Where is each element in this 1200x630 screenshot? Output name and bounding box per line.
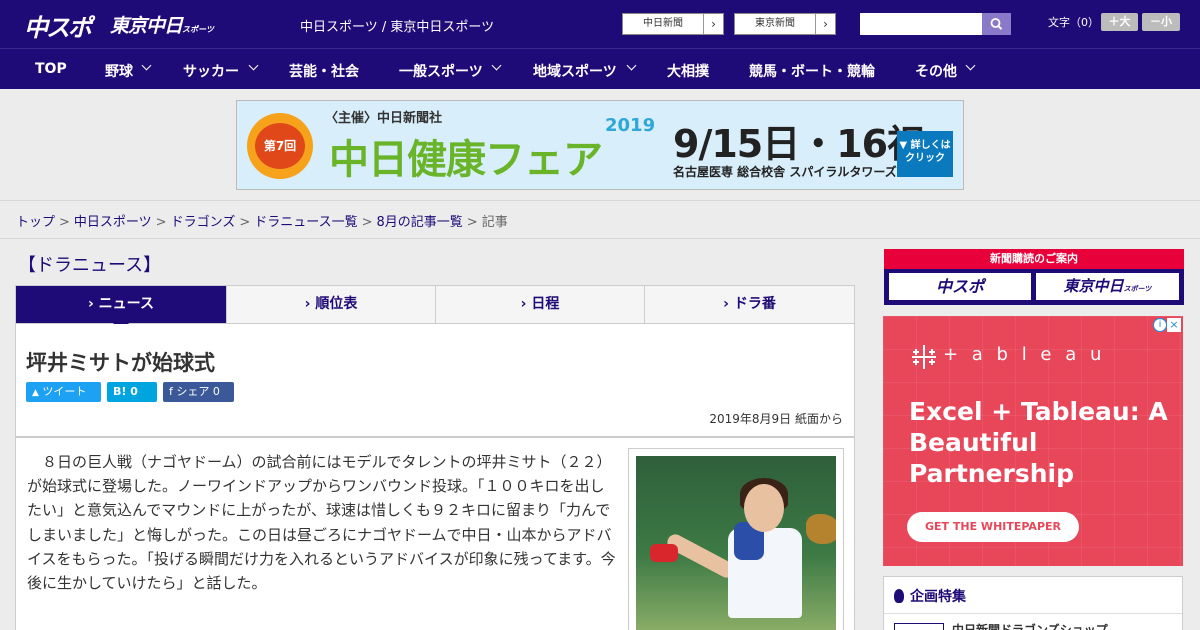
feature-heading-text: 企画特集: [910, 589, 966, 605]
ad-cta-button[interactable]: GET THE WHITEPAPER: [907, 512, 1079, 542]
tweet-label: ツイート: [42, 385, 87, 398]
photo-face-shape: [744, 484, 784, 532]
tokyo-shimbun-label: 東京新聞: [755, 18, 795, 29]
chuspo-logo[interactable]: 中スポ: [24, 8, 92, 43]
feature-heading: 企画特集: [894, 586, 966, 606]
article-date: 2019年8月9日 紙面から: [709, 412, 843, 426]
breadcrumb-dora-news-list[interactable]: ドラニュース一覧: [254, 215, 357, 230]
nav-item-top[interactable]: TOP: [35, 61, 67, 77]
feature-item-link[interactable]: 中日新聞ドラゴンズショップ: [952, 621, 1108, 630]
tab-schedule[interactable]: › 日程: [436, 286, 645, 323]
health-fair-banner[interactable]: 第7回 〈主催〉中日新聞社 中日健康フェア 2019 9/15日・16祝 名古屋…: [236, 100, 964, 190]
nav-item-general-sports[interactable]: 一般スポーツ: [399, 61, 483, 81]
breadcrumb-separator: >: [361, 215, 373, 230]
subscribe-chuspo-button[interactable]: 中スポ: [889, 273, 1031, 300]
tableau-logo-icon: [912, 345, 936, 369]
info-icon[interactable]: i: [1153, 318, 1167, 332]
banner-year: 2019: [605, 115, 656, 136]
tab-dora-ban[interactable]: › ドラ番: [645, 286, 854, 323]
tokyo-chunichi-logo-text: 東京中日: [110, 15, 183, 37]
article-body: ８日の巨人戦（ナゴヤドーム）の試合前にはモデルでタレントの坪井ミサト（２２）が始…: [27, 453, 616, 593]
tab-bar: › ニュース › 順位表 › 日程 › ドラ番: [15, 285, 855, 324]
banner-date: 9/15日・16祝: [673, 122, 925, 166]
feature-thumbnail[interactable]: [894, 623, 944, 630]
font-size-label: 文字（0）: [1048, 16, 1099, 29]
chevron-right-icon: ›: [703, 14, 723, 34]
pin-icon: [894, 589, 904, 603]
tweet-button[interactable]: ▲ ツイート: [26, 382, 101, 402]
breadcrumb-separator: >: [59, 215, 70, 230]
feature-divider: [884, 613, 1182, 614]
nav-item-local-sports[interactable]: 地域スポーツ: [533, 61, 617, 81]
ad-headline: Excel + Tableau: A Beautiful Partnership: [909, 397, 1168, 488]
hatena-bookmark-button[interactable]: B! 0: [107, 382, 157, 402]
site-header: 中スポ 東京中日スポーツ 中日スポーツ / 東京中日スポーツ 中日新聞 › 東京…: [0, 0, 1200, 48]
banner-title: 中日健康フェア: [329, 137, 603, 183]
twitter-icon: ▲: [32, 388, 39, 398]
font-larger-button[interactable]: ＋大: [1101, 13, 1138, 31]
nav-item-other[interactable]: その他: [915, 61, 957, 81]
photo-glove-shape: [806, 514, 836, 544]
tableau-ad[interactable]: + a b l e a u Excel + Tableau: A Beautif…: [883, 316, 1183, 566]
chevron-down-icon[interactable]: [141, 60, 152, 71]
site-name-link[interactable]: 中日スポーツ / 東京中日スポーツ: [300, 16, 494, 35]
search-icon: [990, 18, 1003, 30]
nav-item-soccer[interactable]: サッカー: [183, 61, 239, 81]
breadcrumb-current: 記事: [481, 215, 508, 230]
chevron-down-icon[interactable]: [491, 60, 502, 71]
chevron-down-icon[interactable]: [965, 60, 976, 71]
article-title: 坪井ミサトが始球式: [26, 351, 215, 375]
tokyo-shimbun-button[interactable]: 東京新聞 ›: [734, 13, 836, 35]
banner-organizer: 〈主催〉中日新聞社: [325, 111, 443, 126]
banner-edition: 第7回: [255, 123, 305, 169]
breadcrumb: トップ > 中日スポーツ > ドラゴンズ > ドラニュース一覧 >8月の記事一覧 > 記事: [16, 211, 508, 230]
nav-item-baseball[interactable]: 野球: [105, 61, 133, 81]
article-photo[interactable]: [636, 456, 836, 630]
close-icon[interactable]: ×: [1167, 318, 1181, 332]
nav-item-sumo[interactable]: 大相撲: [667, 61, 709, 81]
chunichi-shimbun-label: 中日新聞: [643, 18, 683, 29]
breadcrumb-top[interactable]: トップ: [16, 215, 55, 230]
subscribe-tokyo-chunichi-button[interactable]: 東京中日スポーツ: [1036, 273, 1179, 300]
photo-shoe-shape: [650, 544, 678, 562]
subscribe-tokyo-sub: スポーツ: [1123, 285, 1152, 293]
breadcrumb-august-list[interactable]: 8月の記事一覧: [377, 215, 463, 230]
breadcrumb-dragons[interactable]: ドラゴンズ: [171, 215, 236, 230]
breadcrumb-chunichi-sports[interactable]: 中日スポーツ: [74, 215, 152, 230]
main-nav: TOP 野球 サッカー 芸能・社会 一般スポーツ 地域スポーツ 大相撲 競馬・ボ…: [0, 48, 1200, 89]
feature-box: 企画特集 中日新聞ドラゴンズショップ: [883, 576, 1183, 630]
font-smaller-button[interactable]: －小: [1142, 13, 1180, 31]
breadcrumb-separator: >: [239, 215, 251, 230]
breadcrumb-separator: >: [466, 215, 478, 230]
chevron-down-icon[interactable]: [248, 60, 259, 71]
chevron-right-icon: ›: [815, 14, 835, 34]
banner-details-button[interactable]: ▼ 詳しくは クリック: [897, 131, 953, 177]
search-input[interactable]: [860, 13, 982, 35]
tokyo-chunichi-logo[interactable]: 東京中日スポーツ: [110, 11, 214, 38]
search-button[interactable]: [982, 13, 1011, 35]
chunichi-shimbun-button[interactable]: 中日新聞 ›: [622, 13, 724, 35]
subscription-box[interactable]: 新聞購読のご案内 中スポ 東京中日スポーツ: [884, 249, 1184, 305]
breadcrumb-separator: >: [155, 215, 167, 230]
banner-venue: 名古屋医専 総合校舎 スパイラルタワーズ: [673, 165, 897, 179]
nav-item-entertainment[interactable]: 芸能・社会: [289, 61, 359, 81]
tab-news[interactable]: › ニュース: [16, 286, 227, 323]
subscription-heading: 新聞購読のご案内: [884, 249, 1184, 269]
chevron-down-icon[interactable]: [626, 60, 637, 71]
facebook-share-button[interactable]: f シェア 0: [163, 382, 234, 402]
nav-item-racing[interactable]: 競馬・ボート・競輪: [749, 61, 875, 81]
ad-brand: + a b l e a u: [943, 344, 1106, 365]
tokyo-chunichi-logo-sub: スポーツ: [182, 25, 214, 34]
tab-standings[interactable]: › 順位表: [227, 286, 436, 323]
section-title: 【ドラニュース】: [18, 255, 162, 276]
subscribe-tokyo-label: 東京中日: [1063, 277, 1124, 295]
